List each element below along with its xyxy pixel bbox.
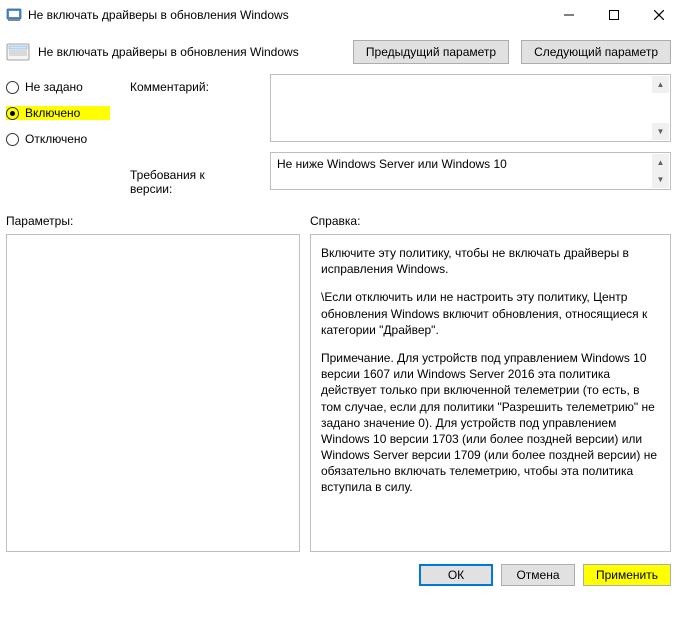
radio-disabled[interactable]: Отключено: [6, 132, 110, 146]
minimize-button[interactable]: [546, 0, 591, 30]
radio-label: Отключено: [25, 132, 87, 146]
field-column: ▲ ▼ Не ниже Windows Server или Windows 1…: [270, 74, 671, 196]
radio-circle-icon: [6, 133, 19, 146]
parameters-label: Параметры:: [6, 214, 310, 228]
comment-value: [271, 75, 670, 83]
radio-enabled[interactable]: Включено: [6, 106, 110, 120]
help-paragraph: Включите эту политику, чтобы не включать…: [321, 245, 660, 277]
version-label: Требования к версии:: [130, 168, 250, 196]
titlebar: Не включать драйверы в обновления Window…: [0, 0, 681, 30]
subheader: Не включать драйверы в обновления Window…: [0, 30, 681, 74]
maximize-button[interactable]: [591, 0, 636, 30]
panels-row: Включите эту политику, чтобы не включать…: [0, 234, 681, 552]
parameters-panel: [6, 234, 300, 552]
next-setting-button[interactable]: Следующий параметр: [521, 40, 671, 64]
ok-button[interactable]: ОК: [419, 564, 493, 586]
section-labels: Параметры: Справка:: [0, 196, 681, 234]
mid-section: Не задано Включено Отключено Комментарий…: [0, 74, 681, 196]
version-value: Не ниже Windows Server или Windows 10: [277, 157, 507, 171]
help-panel: Включите эту политику, чтобы не включать…: [310, 234, 671, 552]
scroll-up-icon[interactable]: ▲: [652, 76, 669, 93]
comment-textarea[interactable]: ▲ ▼: [270, 74, 671, 142]
app-icon: [6, 7, 22, 23]
help-label: Справка:: [310, 214, 360, 228]
close-button[interactable]: [636, 0, 681, 30]
policy-title: Не включать драйверы в обновления Window…: [38, 45, 347, 59]
footer: ОК Отмена Применить: [0, 552, 681, 586]
radio-circle-icon: [6, 81, 19, 94]
policy-icon: [6, 41, 32, 63]
scroll-up-icon[interactable]: ▲: [652, 154, 669, 171]
label-column: Комментарий: Требования к версии:: [130, 74, 250, 196]
comment-label: Комментарий:: [130, 80, 250, 96]
radio-group: Не задано Включено Отключено: [6, 74, 110, 196]
window-title: Не включать драйверы в обновления Window…: [28, 8, 546, 22]
radio-label: Не задано: [25, 80, 83, 94]
radio-circle-icon: [6, 107, 19, 120]
apply-button[interactable]: Применить: [583, 564, 671, 586]
cancel-button[interactable]: Отмена: [501, 564, 575, 586]
previous-setting-button[interactable]: Предыдущий параметр: [353, 40, 509, 64]
radio-not-set[interactable]: Не задано: [6, 80, 110, 94]
help-paragraph: \Если отключить или не настроить эту пол…: [321, 289, 660, 338]
scroll-down-icon[interactable]: ▼: [652, 123, 669, 140]
help-paragraph: Примечание. Для устройств под управление…: [321, 350, 660, 496]
radio-label: Включено: [25, 106, 80, 120]
scroll-down-icon[interactable]: ▼: [652, 171, 669, 188]
version-textbox: Не ниже Windows Server или Windows 10 ▲ …: [270, 152, 671, 190]
